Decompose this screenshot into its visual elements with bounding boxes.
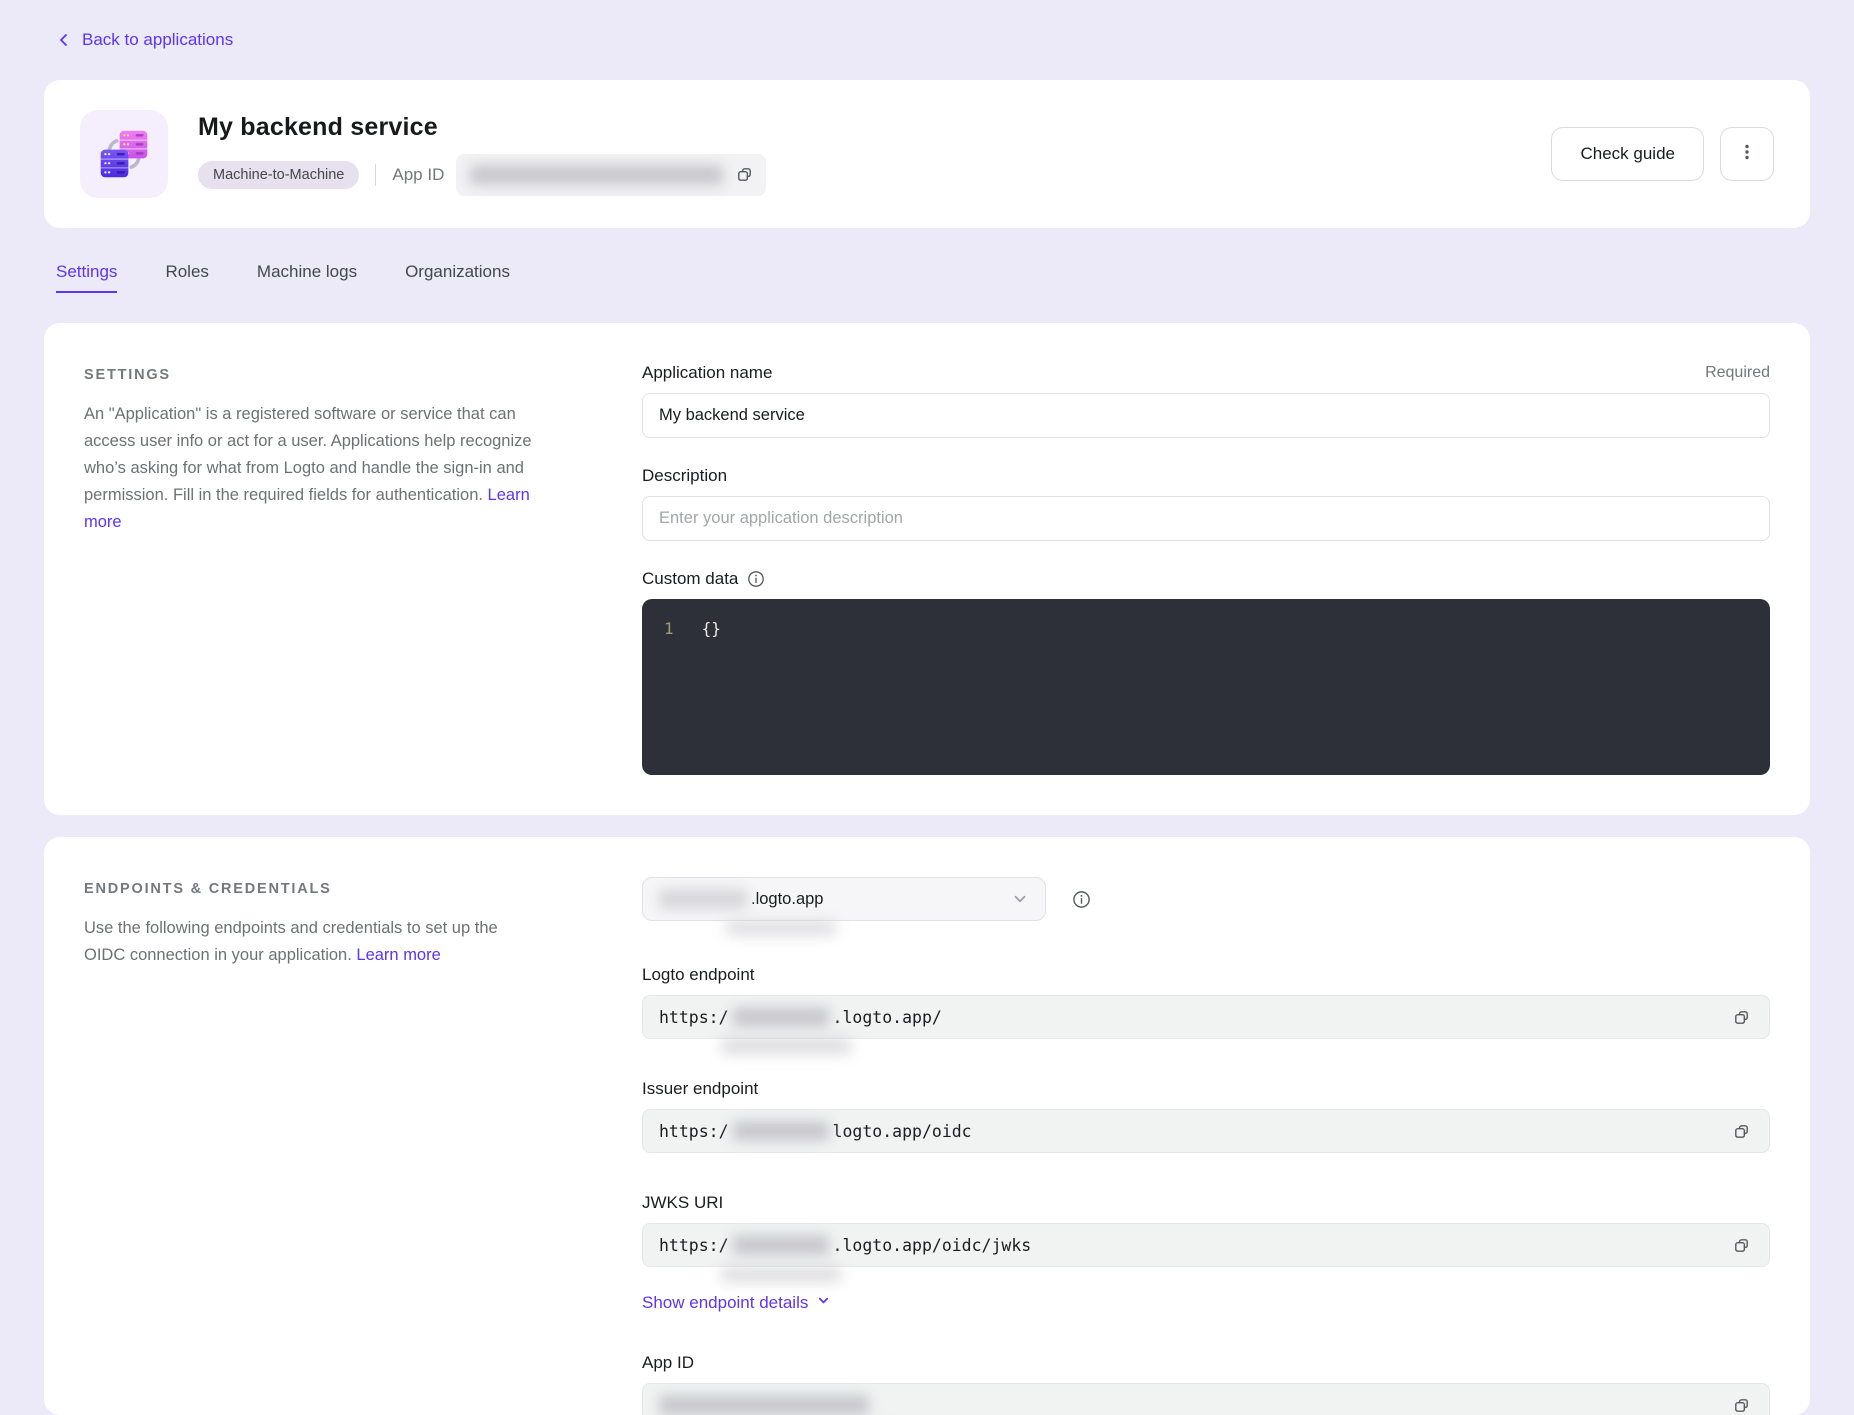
jwks-uri-label: JWKS URI bbox=[642, 1193, 723, 1213]
redacted-app-id-value bbox=[470, 165, 723, 185]
header-actions: Check guide bbox=[1551, 127, 1774, 181]
chevron-down-icon bbox=[816, 1293, 831, 1313]
editor-line: 1 {} bbox=[664, 617, 1750, 641]
tab-organizations[interactable]: Organizations bbox=[405, 262, 510, 293]
description-input[interactable] bbox=[642, 496, 1770, 541]
description-label: Description bbox=[642, 466, 727, 486]
tenant-domain-select[interactable]: .logto.app bbox=[642, 877, 1046, 921]
redacted-tenant-id bbox=[733, 1121, 829, 1141]
logto-endpoint-label: Logto endpoint bbox=[642, 965, 755, 985]
application-details-page: Back to applications bbox=[0, 0, 1854, 1406]
issuer-endpoint-label: Issuer endpoint bbox=[642, 1079, 758, 1099]
show-endpoint-details-link[interactable]: Show endpoint details bbox=[642, 1293, 831, 1313]
info-circle-icon[interactable] bbox=[1072, 890, 1091, 909]
redaction-smudge bbox=[726, 921, 836, 935]
endpoints-form: .logto.app Logto endpoint https:/ .logto… bbox=[642, 877, 1770, 1375]
application-meta-row: Machine-to-Machine App ID bbox=[198, 154, 1521, 196]
app-id-field bbox=[642, 1383, 1770, 1415]
copy-icon[interactable] bbox=[1730, 1234, 1753, 1257]
app-id-label: App ID bbox=[392, 165, 444, 185]
copy-icon[interactable] bbox=[1730, 1006, 1753, 1029]
endpoints-description: Use the following endpoints and credenti… bbox=[84, 915, 542, 969]
issuer-endpoint-field: https:/ logto.app/oidc bbox=[642, 1109, 1770, 1153]
redaction-smudge bbox=[721, 1267, 841, 1282]
application-header-card: My backend service Machine-to-Machine Ap… bbox=[44, 80, 1810, 228]
settings-form: Application name Required Description Cu… bbox=[642, 363, 1770, 775]
editor-code-content: {} bbox=[702, 617, 721, 641]
tenant-domain-suffix: .logto.app bbox=[751, 890, 823, 909]
endpoints-credentials-card: ENDPOINTS & CREDENTIALS Use the followin… bbox=[44, 837, 1810, 1415]
endpoints-learn-more-link[interactable]: Learn more bbox=[356, 946, 440, 964]
redaction-smudge bbox=[721, 1038, 851, 1054]
endpoints-card-aside: ENDPOINTS & CREDENTIALS Use the followin… bbox=[84, 877, 642, 1375]
tab-settings[interactable]: Settings bbox=[56, 262, 117, 293]
application-logo bbox=[80, 110, 168, 198]
issuer-endpoint-group: Issuer endpoint https:/ logto.app/oidc bbox=[642, 1079, 1770, 1153]
application-type-badge: Machine-to-Machine bbox=[198, 161, 359, 189]
redacted-app-id-value bbox=[659, 1395, 869, 1415]
machine-to-machine-icon bbox=[92, 122, 156, 186]
endpoints-heading: ENDPOINTS & CREDENTIALS bbox=[84, 877, 542, 897]
application-header-info: My backend service Machine-to-Machine Ap… bbox=[198, 113, 1521, 196]
copy-icon[interactable] bbox=[733, 163, 756, 186]
meta-divider bbox=[375, 164, 376, 186]
copy-icon[interactable] bbox=[1730, 1394, 1753, 1415]
chevron-left-icon bbox=[56, 32, 72, 48]
application-title: My backend service bbox=[198, 113, 1521, 142]
custom-data-code-editor[interactable]: 1 {} bbox=[642, 599, 1770, 775]
settings-description: An "Application" is a registered softwar… bbox=[84, 401, 542, 536]
redacted-tenant-id bbox=[733, 1007, 829, 1027]
info-circle-icon[interactable] bbox=[747, 570, 765, 588]
chevron-down-icon bbox=[1011, 890, 1029, 908]
custom-data-group: Custom data 1 {} bbox=[642, 569, 1770, 775]
tab-machine-logs[interactable]: Machine logs bbox=[257, 262, 357, 293]
required-hint: Required bbox=[1705, 364, 1770, 382]
app-id-field-label: App ID bbox=[642, 1353, 694, 1373]
logto-endpoint-field: https:/ .logto.app/ bbox=[642, 995, 1770, 1039]
tab-bar: Settings Roles Machine logs Organization… bbox=[56, 262, 1810, 293]
settings-card-aside: SETTINGS An "Application" is a registere… bbox=[84, 363, 642, 775]
jwks-uri-group: JWKS URI https:/ .logto.app/oidc/jwks bbox=[642, 1193, 1770, 1267]
application-name-label: Application name bbox=[642, 363, 772, 383]
redacted-tenant-id bbox=[733, 1235, 829, 1255]
custom-data-label: Custom data bbox=[642, 569, 738, 589]
editor-line-number: 1 bbox=[664, 617, 674, 641]
settings-heading: SETTINGS bbox=[84, 363, 542, 383]
logto-endpoint-group: Logto endpoint https:/ .logto.app/ bbox=[642, 965, 1770, 1039]
application-name-group: Application name Required bbox=[642, 363, 1770, 438]
description-group: Description bbox=[642, 466, 1770, 541]
kebab-vertical-icon bbox=[1738, 143, 1756, 166]
copy-icon[interactable] bbox=[1730, 1120, 1753, 1143]
jwks-uri-field: https:/ .logto.app/oidc/jwks bbox=[642, 1223, 1770, 1267]
settings-card: SETTINGS An "Application" is a registere… bbox=[44, 323, 1810, 815]
tenant-domain-row: .logto.app bbox=[642, 877, 1770, 921]
check-guide-button[interactable]: Check guide bbox=[1551, 127, 1704, 181]
redacted-tenant-id bbox=[659, 889, 747, 909]
more-actions-button[interactable] bbox=[1720, 127, 1774, 181]
app-id-value-pill[interactable] bbox=[456, 154, 766, 196]
back-to-applications-link[interactable]: Back to applications bbox=[44, 30, 233, 50]
application-name-input[interactable] bbox=[642, 393, 1770, 438]
tab-roles[interactable]: Roles bbox=[165, 262, 208, 293]
back-link-label: Back to applications bbox=[82, 30, 233, 50]
